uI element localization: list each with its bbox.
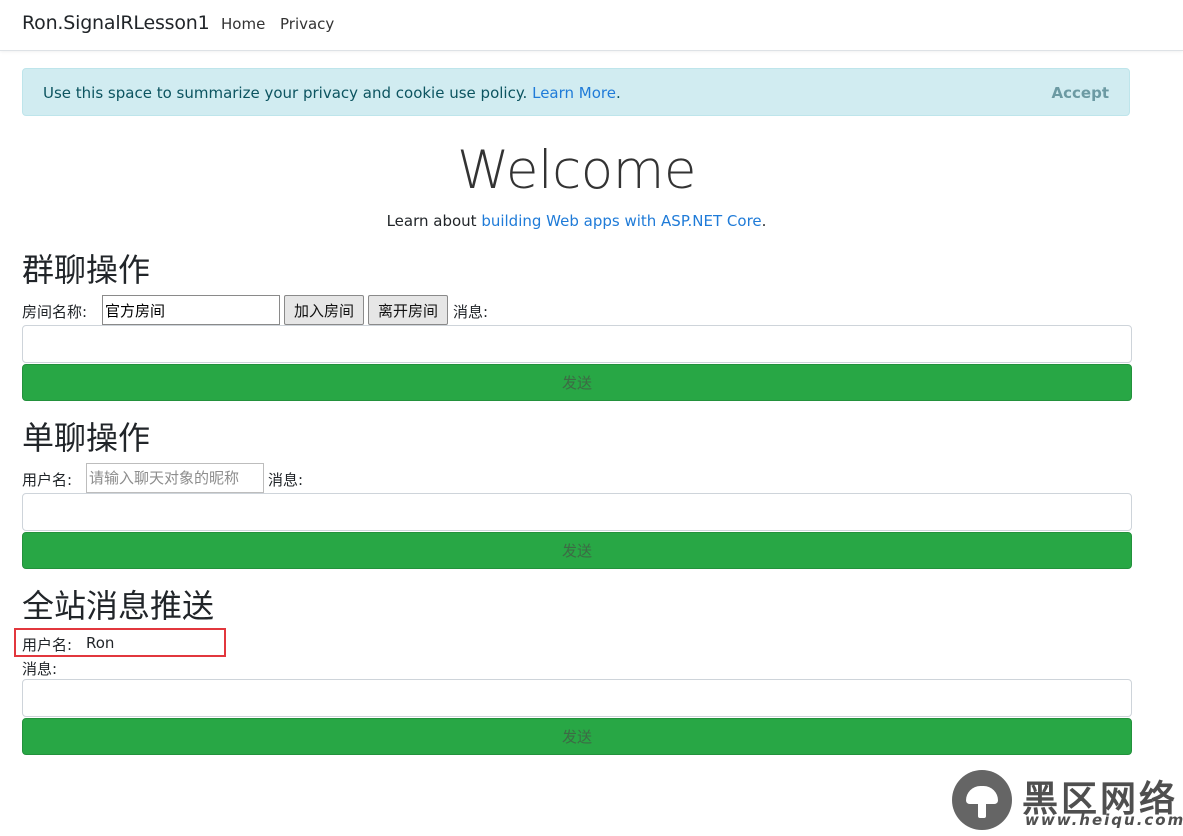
nav-link-home[interactable]: Home [221,15,265,33]
private-send-button[interactable]: 发送 [22,532,1132,569]
broadcast-user-name: Ron [86,634,115,652]
private-message-label: 消息: [268,471,304,489]
navbar: Ron.SignalRLesson1 Home Privacy [0,0,1183,51]
learn-about-suffix: . [761,212,767,230]
leave-room-button[interactable]: 离开房间 [368,295,448,325]
room-name-label: 房间名称: [22,303,88,321]
brand-link[interactable]: Ron.SignalRLesson1 [22,12,210,34]
group-message-label: 消息: [453,303,489,321]
broadcast-user-label: 用户名: [22,636,73,654]
aspnet-core-link[interactable]: building Web apps with ASP.NET Core [481,212,761,230]
group-chat-heading: 群聊操作 [22,251,151,289]
cookie-consent-text: Use this space to summarize your privacy… [43,84,621,102]
broadcast-message-input[interactable] [22,679,1132,717]
learn-about-text: Learn about building Web apps with ASP.N… [0,212,1153,230]
cookie-consent-message: Use this space to summarize your privacy… [43,84,533,102]
watermark-mushroom-stem [978,802,986,818]
private-user-label: 用户名: [22,471,73,489]
cookie-consent-alert: Use this space to summarize your privacy… [22,68,1130,116]
room-name-input[interactable] [102,295,280,325]
group-message-input[interactable] [22,325,1132,363]
learn-about-prefix: Learn about [386,212,482,230]
accept-button[interactable]: Accept [1052,84,1109,102]
group-send-button[interactable]: 发送 [22,364,1132,401]
private-chat-heading: 单聊操作 [22,419,151,457]
broadcast-message-label: 消息: [22,660,58,678]
cookie-consent-period: . [616,84,621,102]
nav-link-privacy[interactable]: Privacy [280,15,334,33]
broadcast-heading: 全站消息推送 [22,587,215,625]
learn-more-link[interactable]: Learn More [532,84,616,102]
broadcast-send-button[interactable]: 发送 [22,718,1132,755]
page-title: Welcome [457,140,696,201]
watermark-url: www.heiqu.com [1025,811,1183,829]
private-user-input[interactable] [86,463,264,493]
private-message-input[interactable] [22,493,1132,531]
join-room-button[interactable]: 加入房间 [284,295,364,325]
